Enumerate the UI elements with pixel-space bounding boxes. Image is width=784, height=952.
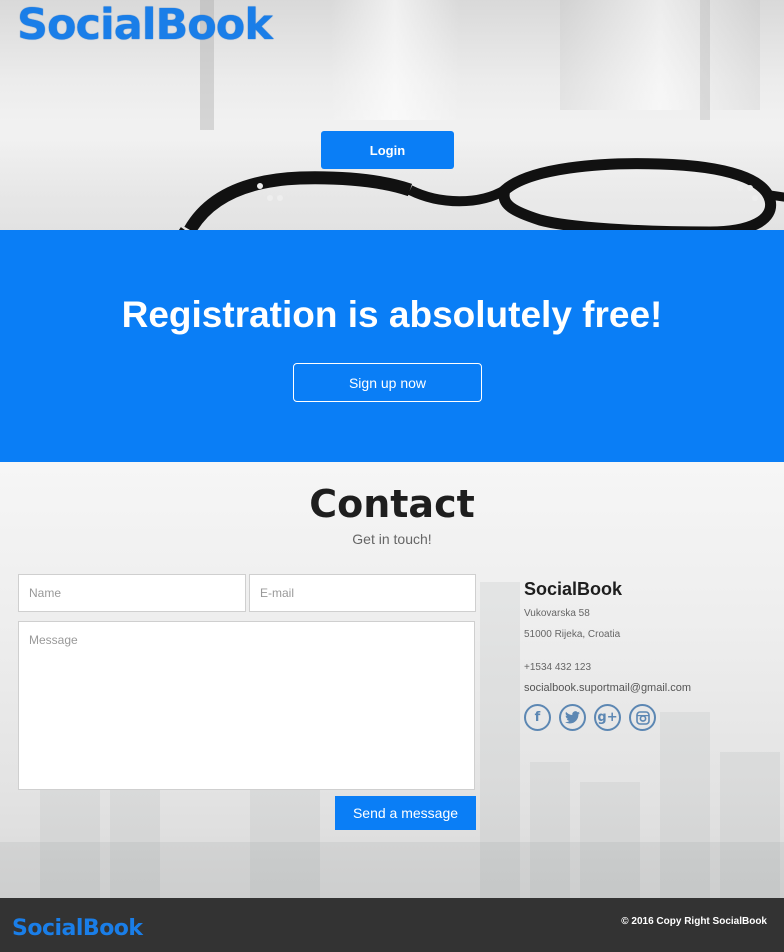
instagram-icon[interactable] — [629, 704, 656, 731]
name-input[interactable]: Name — [18, 574, 246, 612]
twitter-icon[interactable] — [559, 704, 586, 731]
registration-title: Registration is absolutely free! — [121, 294, 663, 335]
hero-background-post — [700, 0, 710, 120]
hero-background-window — [330, 0, 460, 120]
contact-street: Vukovarska 58 — [524, 608, 590, 619]
brand-logo[interactable]: SocialBook — [17, 0, 273, 50]
contact-city: 51000 Rijeka, Croatia — [524, 629, 621, 640]
email-input[interactable]: E-mail — [249, 574, 476, 612]
contact-email[interactable]: socialbook.suportmail@gmail.com — [524, 682, 691, 694]
footer: SocialBook © 2016 Copy Right SocialBook — [0, 898, 784, 952]
contact-company-name: SocialBook — [524, 579, 623, 599]
copyright-text: © 2016 Copy Right SocialBook — [621, 916, 767, 927]
message-textarea[interactable]: Message — [18, 621, 475, 790]
login-button[interactable]: Login — [321, 131, 454, 169]
eyeglasses-image — [178, 158, 784, 230]
contact-section: Contact Get in touch! Name E-mail Messag… — [0, 462, 784, 898]
hero-background-window — [560, 0, 760, 110]
contact-subtitle: Get in touch! — [352, 531, 432, 547]
contact-title: Contact — [309, 482, 475, 526]
hero-section: SocialBook Login — [0, 0, 784, 230]
send-message-button[interactable]: Send a message — [335, 796, 476, 830]
google-plus-icon[interactable]: g+ — [594, 704, 621, 731]
facebook-icon[interactable]: f — [524, 704, 551, 731]
footer-brand-logo[interactable]: SocialBook — [12, 916, 143, 941]
registration-section: Registration is absolutely free! Sign up… — [0, 230, 784, 462]
signup-button[interactable]: Sign up now — [293, 363, 482, 402]
contact-phone: +1534 432 123 — [524, 662, 592, 673]
